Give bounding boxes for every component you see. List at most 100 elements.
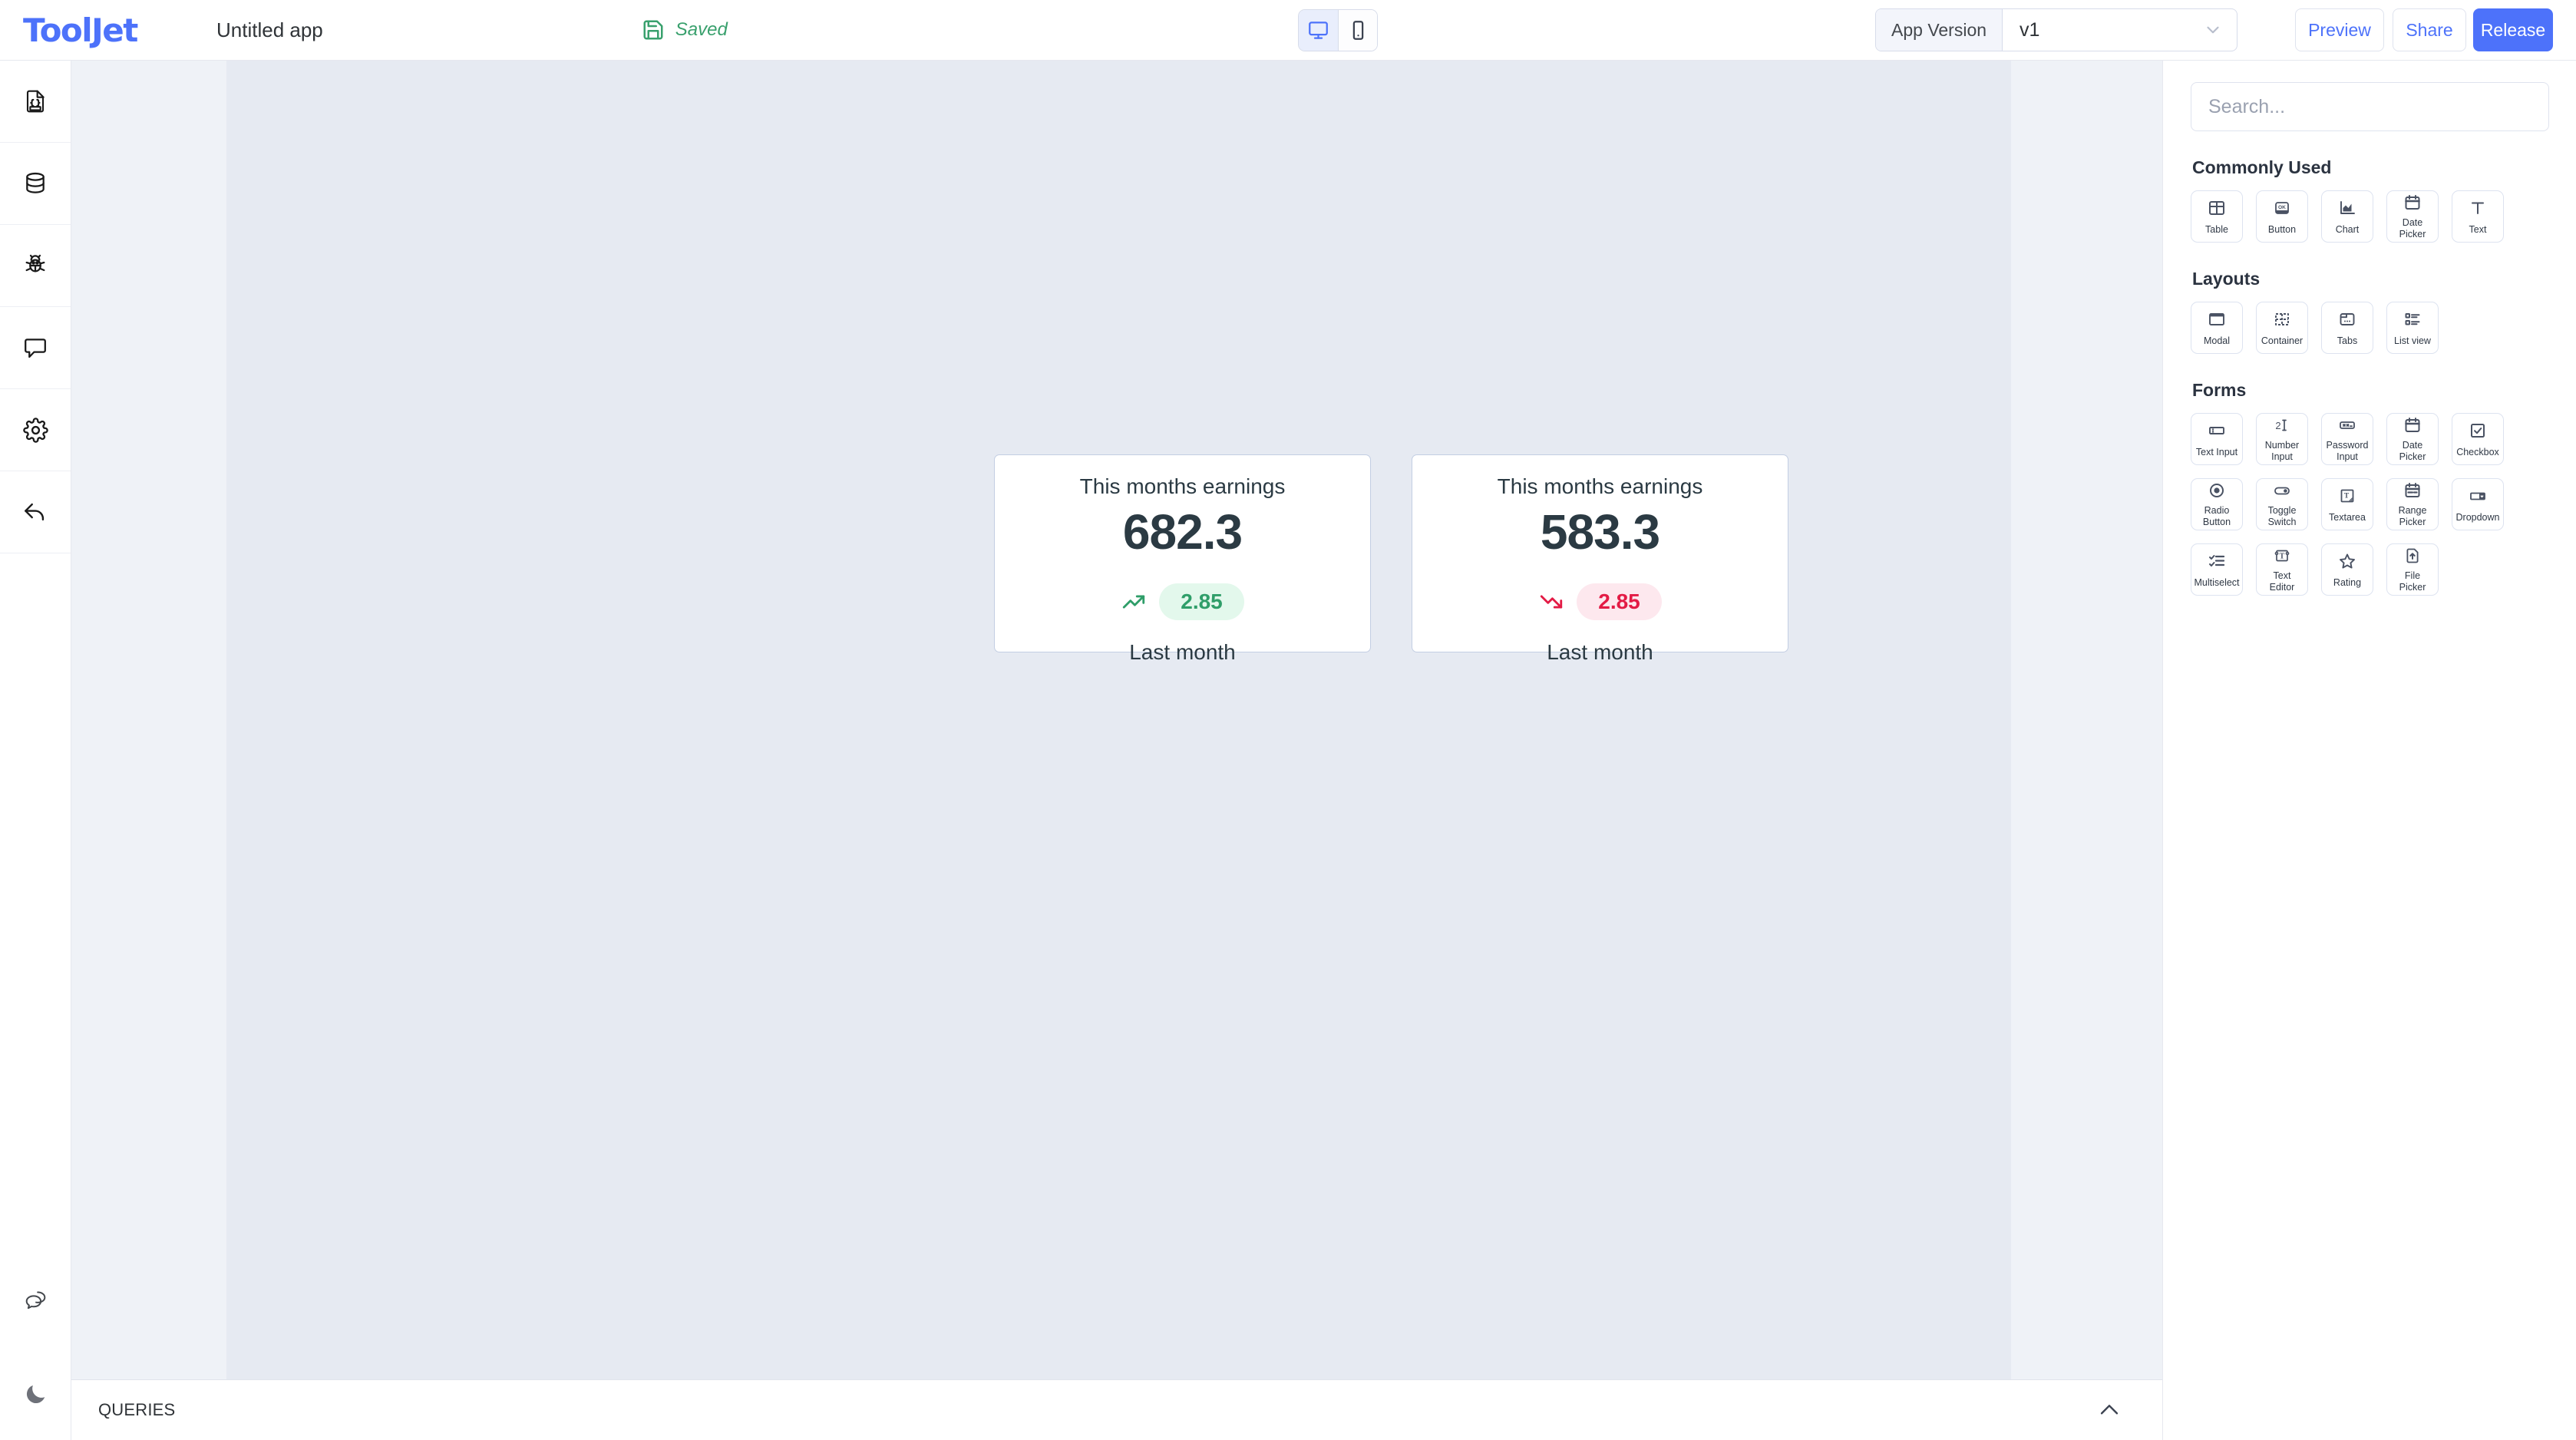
component-label: Multiselect [2194,577,2240,589]
queries-panel-bar[interactable]: QUERIES [71,1379,2162,1440]
text-input-icon [2208,420,2226,441]
queries-label: QUERIES [98,1400,176,1419]
component-card-date-picker[interactable]: Date Picker [2386,190,2439,243]
component-card-radio-button[interactable]: Radio Button [2191,478,2243,530]
share-button[interactable]: Share [2393,8,2466,51]
svg-text:T: T [2280,552,2285,560]
component-grid-layouts: Modal Container Tabs List view [2191,302,2548,354]
tabs-icon [2338,309,2356,330]
desktop-monitor-icon [1308,20,1329,41]
sidebar-item-inspector[interactable] [0,61,71,143]
component-label: Number Input [2264,439,2300,462]
chat-bubbles-icon [23,1289,49,1315]
component-card-button[interactable]: OK Button [2256,190,2308,243]
component-label: Text Input [2195,447,2238,458]
widget-title: This months earnings [1079,474,1286,498]
component-card-list-view[interactable]: List view [2386,302,2439,354]
widget-value: 583.3 [1540,504,1660,560]
sidebar-item-comments[interactable] [0,307,71,389]
sidebar-bottom-group [0,1256,71,1440]
components-panel: Commonly Used Table OK [2162,61,2576,1440]
widget-footer: Last month [1129,640,1236,664]
sidebar-item-undo[interactable] [0,471,71,553]
component-label: Date Picker [2399,439,2426,462]
sidebar-item-support[interactable] [0,1256,71,1348]
toggle-switch-icon [2273,481,2291,500]
range-picker-icon [2403,481,2422,500]
component-card-modal[interactable]: Modal [2191,302,2243,354]
component-card-rating[interactable]: Rating [2321,543,2373,596]
trending-up-icon [1121,589,1147,615]
text-editor-icon: T [2273,547,2291,565]
component-card-number-input[interactable]: 2 Number Input [2256,413,2308,465]
component-label: File Picker [2399,570,2426,593]
app-version-select[interactable]: v1 [2003,9,2237,51]
component-grid-commonly-used: Table OK Button Chart Date Picker Text [2191,190,2548,243]
component-card-text-input[interactable]: Text Input [2191,413,2243,465]
component-label: Text [2469,224,2487,236]
component-label: List view [2394,335,2431,347]
component-card-checkbox[interactable]: Checkbox [2452,413,2504,465]
component-card-textarea[interactable]: T Textarea [2321,478,2373,530]
textarea-icon: T [2338,485,2356,507]
sidebar-item-dark-mode[interactable] [0,1348,71,1440]
sidebar-item-debugger[interactable] [0,225,71,307]
component-card-file-picker[interactable]: File Picker [2386,543,2439,596]
gear-icon [22,417,48,443]
mobile-mode-button[interactable] [1338,10,1377,51]
component-label: Modal [2203,335,2231,347]
modal-window-icon [2208,309,2226,330]
container-dashed-icon [2273,309,2291,330]
component-card-text-editor[interactable]: T Text Editor [2256,543,2308,596]
component-label: Dropdown [2455,512,2500,523]
component-card-password-input[interactable]: Password Input [2321,413,2373,465]
component-card-text[interactable]: Text [2452,190,2504,243]
component-label: Table [2205,224,2228,236]
component-card-tabs[interactable]: Tabs [2321,302,2373,354]
app-canvas[interactable]: This months earnings 682.3 2.85 Last mon… [226,61,2011,1379]
statistics-widget[interactable]: This months earnings 583.3 2.85 Last mon… [1412,454,1788,664]
list-view-icon [2403,309,2422,330]
widget-footer: Last month [1547,640,1653,664]
app-title[interactable]: Untitled app [216,18,323,42]
component-card-chart[interactable]: Chart [2321,190,2373,243]
component-card-table[interactable]: Table [2191,190,2243,243]
component-label: Container [2261,335,2304,347]
table-grid-icon [2208,197,2226,219]
app-version-group[interactable]: App Version v1 [1875,8,2238,51]
component-card-range-picker[interactable]: Range Picker [2386,478,2439,530]
chevron-up-icon[interactable] [2096,1397,2122,1423]
undo-arrow-icon [22,499,48,525]
comment-icon [23,335,48,360]
component-card-toggle-switch[interactable]: Toggle Switch [2256,478,2308,530]
moon-icon [23,1382,48,1407]
file-upload-icon [2403,547,2422,565]
database-icon [23,171,48,196]
component-label: Toggle Switch [2267,504,2297,527]
tooljet-logo: ToolJet [23,11,138,49]
statistics-widget[interactable]: This months earnings 682.3 2.85 Last mon… [994,454,1371,664]
sidebar-item-settings[interactable] [0,389,71,471]
app-version-value: v1 [2020,18,2040,41]
preview-button[interactable]: Preview [2295,8,2384,51]
widget-trend: 2.85 [1538,583,1662,620]
left-sidebar [0,61,71,1440]
component-card-multiselect[interactable]: Multiselect [2191,543,2243,596]
device-mode-toggle[interactable] [1298,9,1378,51]
component-card-dropdown[interactable]: Dropdown [2452,478,2504,530]
svg-text:2: 2 [2275,420,2280,431]
sidebar-item-datasources[interactable] [0,143,71,225]
component-label: Radio Button [2202,504,2231,527]
component-card-container[interactable]: Container [2256,302,2308,354]
component-label: Checkbox [2456,447,2499,458]
ok-button-icon: OK [2273,197,2291,219]
release-button[interactable]: Release [2473,8,2553,51]
text-t-icon [2469,197,2487,219]
search-input[interactable] [2191,82,2549,131]
save-status: Saved [642,18,728,41]
component-label: Chart [2335,224,2360,236]
calendar-icon [2403,416,2422,434]
multiselect-icon [2208,550,2226,572]
component-card-date-picker-form[interactable]: Date Picker [2386,413,2439,465]
desktop-mode-button[interactable] [1299,10,1338,51]
